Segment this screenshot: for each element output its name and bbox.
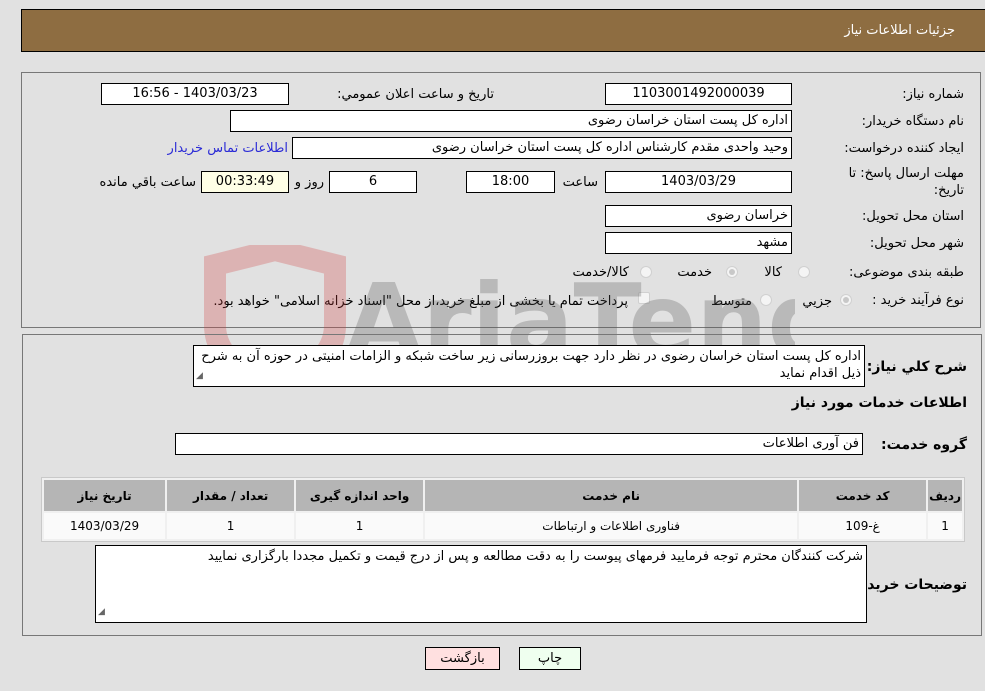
city-field: مشهد (605, 232, 792, 254)
category-service-radio[interactable] (726, 266, 738, 278)
cell-unit: 1 (296, 513, 424, 539)
cell-service-code: غ-109 (799, 513, 927, 539)
category-service-label: خدمت (677, 265, 712, 280)
back-button[interactable]: بازگشت (425, 647, 500, 670)
purchase-small-label: جزيي (802, 294, 832, 309)
cell-quantity: 1 (167, 513, 295, 539)
deadline-date-field: 1403/03/29 (605, 171, 792, 193)
col-unit: واحد اندازه گیری (296, 480, 424, 511)
buyer-org-field: اداره کل پست استان خراسان رضوی (230, 110, 792, 132)
table-row: 1 غ-109 فناوری اطلاعات و ارتباطات 1 1 14… (44, 513, 962, 539)
days-remaining-field: 6 (329, 171, 417, 193)
buyer-org-label: نام دستگاه خریدار: (861, 114, 964, 129)
deadline-time-label: ساعت (562, 175, 598, 190)
col-service-name: نام خدمت (425, 480, 798, 511)
need-number-label: شماره نیاز: (902, 87, 964, 102)
announce-label: تاريخ و ساعت اعلان عمومي: (337, 87, 494, 102)
announce-field: 1403/03/23 - 16:56 (101, 83, 289, 105)
treasury-note: پرداخت تمام یا بخشی از مبلغ خرید،از محل … (213, 294, 628, 309)
purchase-medium-radio[interactable] (760, 294, 772, 306)
service-group-field: فن آوری اطلاعات (175, 433, 863, 455)
print-button[interactable]: چاپ (519, 647, 581, 670)
cell-service-name: فناوری اطلاعات و ارتباطات (425, 513, 798, 539)
province-field: خراسان رضوی (605, 205, 792, 227)
col-service-code: کد خدمت (799, 480, 927, 511)
col-row-number: ردیف (928, 480, 962, 511)
requester-field: وحید واحدی مقدم کارشناس اداره کل پست است… (292, 137, 792, 159)
province-label: استان محل تحویل: (862, 209, 964, 224)
page-title: جزئيات اطلاعات نیاز (844, 23, 955, 38)
category-goods-label: کالا (764, 265, 782, 280)
services-table: ردیف کد خدمت نام خدمت واحد اندازه گیری ت… (41, 477, 965, 542)
purchase-medium-label: متوسط (711, 294, 752, 309)
city-label: شهر محل تحویل: (869, 236, 964, 251)
buyer-notes-textarea[interactable]: شرکت کنندگان محترم توجه فرمایید فرمهای پ… (95, 545, 867, 623)
need-number-field: 1103001492000039 (605, 83, 792, 105)
page-header: جزئيات اطلاعات نیاز (21, 9, 985, 52)
buyer-contact-link[interactable]: اطلاعات تماس خریدار (168, 141, 288, 156)
category-label: طبقه بندی موضوعی: (848, 265, 964, 280)
need-details-panel: شماره نیاز: 1103001492000039 تاريخ و ساع… (21, 72, 981, 328)
resize-grip-icon[interactable]: ◢ (196, 368, 203, 385)
category-goods-service-radio[interactable] (640, 266, 652, 278)
deadline-label: مهلت ارسال پاسخ: تا تاریخ: (848, 166, 964, 198)
treasury-checkbox[interactable] (638, 292, 650, 304)
services-section-title: اطلاعات خدمات مورد نياز (791, 395, 967, 411)
time-remaining-field: 00:33:49 (201, 171, 289, 193)
cell-row-number: 1 (928, 513, 962, 539)
days-label: روز و (294, 175, 324, 190)
service-group-label: گروه خدمت: (881, 437, 967, 453)
need-description-panel: شرح کلي نياز: اداره کل پست استان خراسان … (22, 334, 982, 636)
category-goods-service-label: کالا/خدمت (572, 265, 629, 280)
resize-grip-icon[interactable]: ◢ (98, 604, 105, 621)
purchase-small-radio[interactable] (840, 294, 852, 306)
category-goods-radio[interactable] (798, 266, 810, 278)
col-need-date: تاریخ نیاز (44, 480, 166, 511)
description-textarea[interactable]: اداره کل پست استان خراسان رضوی در نظر دا… (193, 345, 865, 387)
deadline-time-field: 18:00 (466, 171, 555, 193)
time-remaining-label: ساعت باقي مانده (99, 175, 196, 190)
buyer-notes-text: شرکت کنندگان محترم توجه فرمایید فرمهای پ… (207, 549, 863, 564)
col-quantity: تعداد / مقدار (167, 480, 295, 511)
purchase-type-label: نوع فرآیند خرید : (872, 293, 964, 308)
cell-need-date: 1403/03/29 (44, 513, 166, 539)
description-text: اداره کل پست استان خراسان رضوی در نظر دا… (201, 349, 861, 381)
description-label: شرح کلي نياز: (866, 359, 967, 375)
requester-label: ایجاد کننده درخواست: (844, 141, 964, 156)
table-header-row: ردیف کد خدمت نام خدمت واحد اندازه گیری ت… (44, 480, 962, 511)
